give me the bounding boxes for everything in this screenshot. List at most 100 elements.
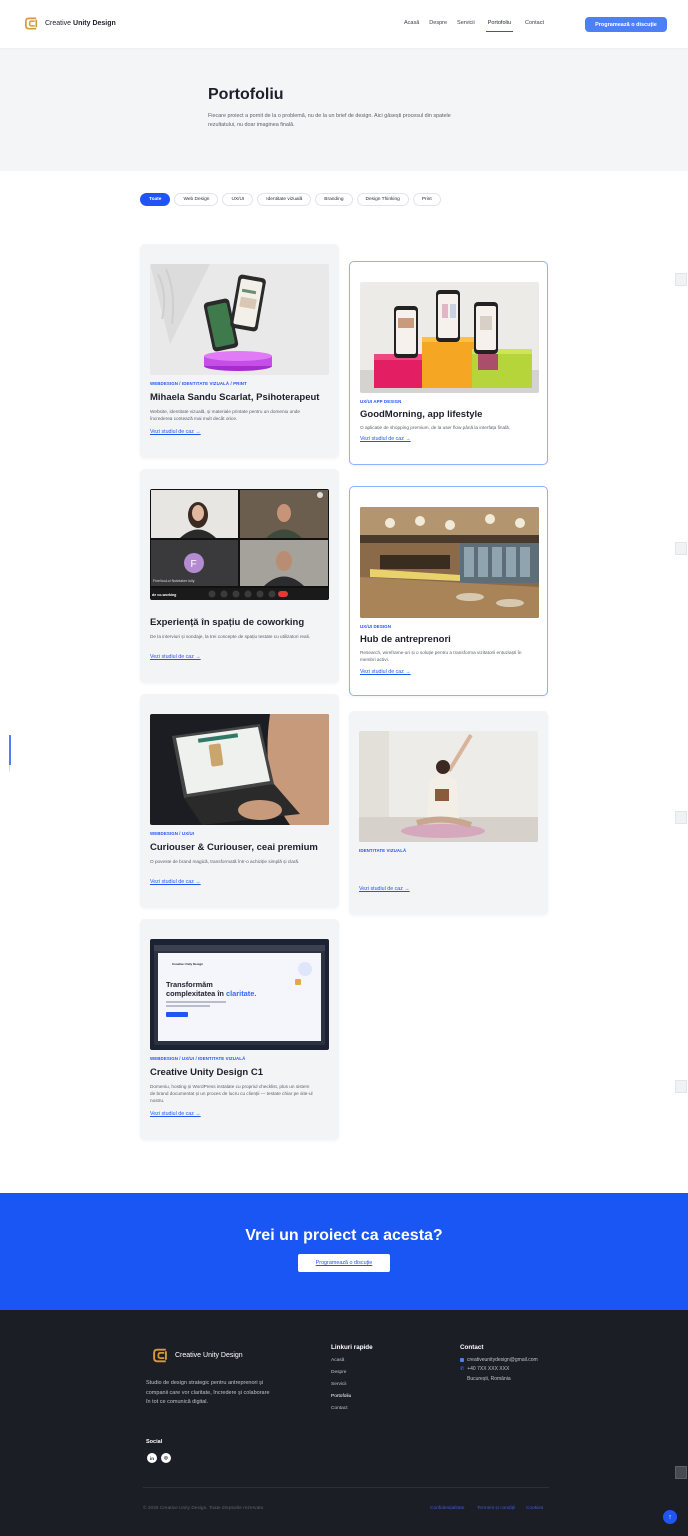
side-image-icon[interactable] <box>675 542 687 555</box>
side-image-icon[interactable] <box>675 811 687 824</box>
project-image-app-mockups <box>360 282 539 393</box>
filter-print[interactable]: Print <box>412 193 441 206</box>
project-title: Hub de antreprenori <box>360 634 451 645</box>
mock-brand: Creative Unity Design <box>172 962 203 966</box>
footer-social-title: Social <box>146 1439 163 1445</box>
footer-phone[interactable]: ✆ +40 7XX XXX XXX <box>460 1366 509 1372</box>
footer-about: Studio de design strategic pentru antrep… <box>146 1380 270 1405</box>
footer-privacy-link[interactable]: Confidențialitate <box>430 1506 464 1511</box>
project-card-cud-c1[interactable]: Creative Unity Design Transformăm comple… <box>140 919 339 1140</box>
footer-logo[interactable]: Creative Unity Design <box>152 1347 243 1364</box>
filter-toate[interactable]: Toate <box>140 193 171 206</box>
project-title: Creative Unity Design C1 <box>150 1067 263 1078</box>
hero-description: Fiecare proiect a pornit de la o problem… <box>208 113 451 128</box>
project-categories: IDENTITATE VIZUALĂ <box>359 848 407 853</box>
filter-identitate-vizuala[interactable]: Identitate vizuală <box>257 193 312 206</box>
cta-schedule-button[interactable]: Programează o discuție <box>298 1254 390 1272</box>
schedule-call-button[interactable]: Programează o discuție <box>585 17 667 32</box>
footer-divider <box>143 1487 549 1488</box>
project-categories: WEBDESIGN / IDENTITATE VIZUALĂ / PRINT <box>150 381 247 386</box>
project-categories: UX/UI DESIGN <box>360 624 391 629</box>
filter-design-thinking[interactable]: Design Thinking <box>356 193 409 206</box>
project-image-phones-pedestal <box>150 264 329 375</box>
project-title: Mihaela Sandu Scarlat, Psihoterapeut <box>150 392 320 403</box>
footer-cookies-link[interactable]: Cookies <box>526 1506 543 1511</box>
project-title: Curiouser & Curiouser, ceai premium <box>150 842 318 853</box>
brand-logo[interactable]: Creative Unity Design <box>24 16 116 31</box>
project-card-hub[interactable]: UX/UI DESIGN Hub de antreprenori Researc… <box>349 486 548 696</box>
footer-terms-link[interactable]: Termeni și condiții <box>477 1506 515 1511</box>
back-to-top-icon[interactable]: ↑ <box>663 1510 677 1524</box>
brand-name: Creative Unity Design <box>45 20 116 27</box>
project-categories: UX/UI APP DESIGN <box>360 399 402 404</box>
case-study-link[interactable]: Vezi studiul de caz → <box>359 886 410 892</box>
scroll-indicator-track <box>9 765 10 771</box>
case-study-link[interactable]: Vezi studiul de caz → <box>150 429 201 435</box>
side-image-icon[interactable] <box>675 1466 687 1479</box>
mock-headline-1: Transformăm <box>166 980 213 989</box>
svg-text:complexitatea în claritate.: complexitatea în claritate. <box>166 989 256 998</box>
project-card-curiouser[interactable]: WEBDESIGN / UX/UI Curiouser & Curiouser,… <box>140 694 339 908</box>
project-card-mihaela[interactable]: WEBDESIGN / IDENTITATE VIZUALĂ / PRINT M… <box>140 244 339 458</box>
project-image-yoga <box>359 731 538 842</box>
footer-contact-title: Contact <box>460 1344 484 1351</box>
hero-section: Portofoliu Fiecare proiect a pornit de l… <box>0 49 688 171</box>
instagram-icon[interactable]: ◎ <box>161 1453 171 1463</box>
project-title: GoodMorning, app lifestyle <box>360 409 483 420</box>
project-description: Domeniu, hosting și WordPress instalate … <box>150 1084 313 1103</box>
filter-branding[interactable]: Branding <box>315 193 353 206</box>
nav-portofoliu[interactable]: Portofoliu <box>485 20 514 32</box>
project-image-website-mockup: Creative Unity Design Transformăm comple… <box>150 939 329 1050</box>
filter-web-design[interactable]: Web Design <box>174 193 219 206</box>
project-description: Website, identitate vizuală, și material… <box>150 409 301 421</box>
page-title: Portofoliu <box>208 86 284 103</box>
case-study-link[interactable]: Vezi studiul de caz → <box>150 879 201 885</box>
phone-icon: ✆ <box>460 1366 465 1372</box>
participant-initial: F <box>191 559 197 570</box>
case-study-link[interactable]: Vezi studiul de caz → <box>360 669 411 675</box>
project-card-identitate[interactable]: IDENTITATE VIZUALĂ Vezi studiul de caz → <box>349 711 548 915</box>
case-study-link[interactable]: Vezi studiul de caz → <box>150 654 201 660</box>
nav-acasa[interactable]: Acasă <box>404 20 419 26</box>
footer-link-portofoliu[interactable]: Portofoliu <box>331 1394 351 1399</box>
side-image-icon[interactable] <box>675 273 687 286</box>
footer-email[interactable]: creativeunitydesign@gmail.com <box>460 1357 538 1363</box>
project-card-goodmorning[interactable]: UX/UI APP DESIGN GoodMorning, app lifest… <box>349 261 548 465</box>
project-description: O poveste de brand magică, transformată … <box>150 859 300 864</box>
footer-link-contact[interactable]: Contact <box>331 1406 348 1411</box>
project-image-coworking-hub <box>360 507 539 618</box>
site-header: Creative Unity Design Acasă Despre Servi… <box>0 0 688 49</box>
page: Creative Unity Design Acasă Despre Servi… <box>0 0 688 1536</box>
project-categories: WEBDESIGN / UX/UI <box>150 831 195 836</box>
side-image-icon[interactable] <box>675 1080 687 1093</box>
project-description: De la interviuri și sondaje, la trei con… <box>150 634 310 639</box>
footer-copyright: © 2026 Creative Unity Design. Toate drep… <box>143 1506 265 1511</box>
footer-city: București, România <box>467 1376 511 1382</box>
portfolio-filters: Toate Web Design UX/UI Identitate vizual… <box>140 193 441 206</box>
nav-contact[interactable]: Contact <box>525 20 544 26</box>
case-study-link[interactable]: Vezi studiul de caz → <box>360 436 411 442</box>
footer-link-despre[interactable]: Despre <box>331 1370 346 1375</box>
project-title: Experiență în spațiu de coworking <box>150 617 305 628</box>
mock-headline-2: complexitatea în <box>166 989 224 998</box>
mock-headline-accent: claritate. <box>226 989 256 998</box>
footer-link-servicii[interactable]: Servicii <box>331 1382 346 1387</box>
case-study-link[interactable]: Vezi studiul de caz → <box>150 1111 201 1117</box>
linkedin-icon[interactable]: in <box>147 1453 157 1463</box>
project-description: Research, wireframe-uri și o soluție pen… <box>360 650 522 662</box>
footer-link-acasa[interactable]: Acasă <box>331 1358 344 1363</box>
nav-servicii[interactable]: Servicii <box>457 20 475 26</box>
main-nav: Acasă Despre Servicii Portofoliu Contact <box>404 20 544 32</box>
call-title: de co-working <box>152 593 176 597</box>
cta-title: Vrei un proiect ca acesta? <box>245 1227 443 1244</box>
email-icon <box>460 1358 464 1362</box>
filter-ux-ui[interactable]: UX/UI <box>222 193 254 206</box>
footer-brand-name: Creative Unity Design <box>175 1352 243 1359</box>
nav-despre[interactable]: Despre <box>429 20 447 26</box>
logo-c-icon <box>153 1348 167 1363</box>
project-image-laptop-tea <box>150 714 329 825</box>
site-footer: Creative Unity Design Studio de design s… <box>0 1310 688 1536</box>
project-card-coworking[interactable]: F Fine!iouLol Notetaker Iully de co-work… <box>140 469 339 683</box>
logo-c-icon <box>25 17 38 30</box>
participant-name: Fine!iouLol Notetaker Iully <box>153 579 195 583</box>
